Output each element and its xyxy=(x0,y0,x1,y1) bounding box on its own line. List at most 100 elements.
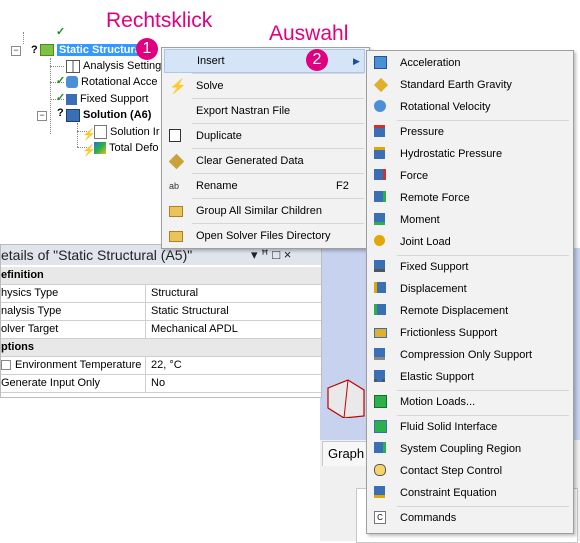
row-analysis-type[interactable]: nalysis Type Static Structural xyxy=(1,303,321,321)
frictionless-support-icon xyxy=(374,328,387,338)
row-physics-type[interactable]: hysics Type Structural xyxy=(1,285,321,303)
submenu-item-acceleration[interactable]: Acceleration xyxy=(369,52,569,74)
menu-label: Solve xyxy=(196,80,224,92)
menu-item-clear-generated-data[interactable]: Clear Generated Data xyxy=(164,150,365,172)
menu-label: Constraint Equation xyxy=(400,487,497,499)
submenu-item-remote-force[interactable]: Remote Force xyxy=(369,187,569,209)
submenu-item-frictionless-support[interactable]: Frictionless Support xyxy=(369,322,569,344)
tree-item-solution[interactable]: Solution (A6) xyxy=(66,107,151,123)
prop-value: Mechanical APDL xyxy=(151,323,238,335)
menu-label: Rotational Velocity xyxy=(400,101,491,113)
menu-label: Joint Load xyxy=(400,236,451,248)
elastic-support-icon xyxy=(374,370,385,382)
analysis-settings-icon xyxy=(66,59,80,73)
submenu-item-fixed-support[interactable]: Fixed Support xyxy=(369,256,569,278)
check-icon: ✓ xyxy=(56,92,66,104)
clear-icon xyxy=(168,153,185,170)
prop-key: nalysis Type xyxy=(1,303,146,320)
submenu-item-compression-only-support[interactable]: Compression Only Support xyxy=(369,344,569,366)
tree-item-analysis-settings[interactable]: Analysis Setting xyxy=(66,58,161,74)
submenu-item-standard-earth-gravity[interactable]: Standard Earth Gravity xyxy=(369,74,569,96)
menu-label: Compression Only Support xyxy=(400,349,533,361)
group-definition[interactable]: efinition xyxy=(1,267,321,285)
submenu-item-remote-displacement[interactable]: Remote Displacement xyxy=(369,300,569,322)
row-solver-target[interactable]: olver Target Mechanical APDL xyxy=(1,321,321,339)
menu-shortcut: F2 xyxy=(336,180,349,192)
menu-item-solve[interactable]: ⚡ Solve xyxy=(164,75,365,97)
tree-item-fixed-support[interactable]: Fixed Support xyxy=(66,91,148,107)
submenu-item-system-coupling-region[interactable]: System Coupling Region xyxy=(369,438,569,460)
menu-label: Standard Earth Gravity xyxy=(400,79,512,91)
check-icon: ✓ xyxy=(56,75,66,87)
prop-key: Generate Input Only xyxy=(1,375,146,392)
row-generate-input-only[interactable]: Generate Input Only No xyxy=(1,375,321,393)
lightning-icon: ⚡ xyxy=(169,78,187,94)
tree-item-total-deformation[interactable]: Total Defo xyxy=(94,140,159,156)
submenu-item-constraint-equation[interactable]: Constraint Equation xyxy=(369,482,569,504)
submenu-item-motion-loads[interactable]: Motion Loads... xyxy=(369,391,569,413)
model-geometry xyxy=(327,379,365,418)
tree-label: Analysis Setting xyxy=(83,60,162,72)
submenu-item-fluid-solid-interface[interactable]: Fluid Solid Interface xyxy=(369,416,569,438)
tree-label: Rotational Acce xyxy=(81,76,158,88)
folder-icon xyxy=(169,206,183,217)
menu-item-insert[interactable]: Insert ▶ xyxy=(164,49,365,73)
menu-label: Insert xyxy=(197,55,225,67)
collapse-toggle[interactable]: − xyxy=(37,111,47,121)
submenu-item-contact-step-control[interactable]: Contact Step Control xyxy=(369,460,569,482)
menu-item-open-solver-files-directory[interactable]: Open Solver Files Directory xyxy=(164,225,365,247)
total-deformation-icon xyxy=(94,142,106,155)
force-icon xyxy=(374,169,386,180)
menu-label: Commands xyxy=(400,512,457,524)
annotation-right-click: Rechtsklick xyxy=(106,9,213,32)
prop-value: Static Structural xyxy=(151,305,229,317)
menu-label: Group All Similar Children xyxy=(196,205,322,217)
tree-item-rotational-acceleration[interactable]: Rotational Acce xyxy=(66,74,157,90)
menu-label: Fluid Solid Interface xyxy=(400,421,498,433)
menu-item-export-nastran[interactable]: Export Nastran File xyxy=(164,100,365,122)
submenu-item-force[interactable]: Force xyxy=(369,165,569,187)
menu-item-rename[interactable]: ab Rename F2 xyxy=(164,175,365,197)
submenu-item-elastic-support[interactable]: Elastic Support xyxy=(369,366,569,388)
prop-key: Environment Temperature xyxy=(15,359,142,371)
remote-displacement-icon xyxy=(374,304,386,315)
menu-label: Elastic Support xyxy=(400,371,474,383)
step-badge-1: 1 xyxy=(136,38,158,60)
solution-information-icon xyxy=(94,125,107,140)
open-folder-icon xyxy=(169,231,183,242)
submenu-item-displacement[interactable]: Displacement xyxy=(369,278,569,300)
duplicate-icon xyxy=(169,129,181,142)
group-options[interactable]: ptions xyxy=(1,339,321,357)
joint-load-icon xyxy=(374,235,385,246)
submenu-item-commands[interactable]: C Commands xyxy=(369,507,569,529)
checkbox[interactable] xyxy=(1,360,11,371)
menu-label: Remote Force xyxy=(400,192,470,204)
prop-key-env-temp: Environment Temperature xyxy=(1,357,146,374)
menu-label: Remote Displacement xyxy=(400,305,509,317)
submenu-item-hydrostatic-pressure[interactable]: Hydrostatic Pressure xyxy=(369,143,569,165)
menu-label: Acceleration xyxy=(400,57,461,69)
prop-value: Structural xyxy=(151,287,199,299)
tree-item-static-structural[interactable]: Static Structural xyxy=(40,42,146,58)
menu-item-group-all-similar-children[interactable]: Group All Similar Children xyxy=(164,200,365,222)
tree-item-solution-information[interactable]: Solution Ir xyxy=(94,124,160,140)
tree-label: Static Structural xyxy=(57,44,146,56)
row-environment-temperature[interactable]: Environment Temperature 22, °C xyxy=(1,357,321,375)
moment-icon xyxy=(374,213,385,225)
menu-label: Duplicate xyxy=(196,130,242,142)
insert-submenu: Acceleration Standard Earth Gravity Rota… xyxy=(366,50,574,534)
remote-force-icon xyxy=(374,191,386,202)
menu-label: Rename xyxy=(196,180,238,192)
prop-value: No xyxy=(151,377,166,389)
submenu-item-moment[interactable]: Moment xyxy=(369,209,569,231)
submenu-item-rotational-velocity[interactable]: Rotational Velocity xyxy=(369,96,569,118)
submenu-item-joint-load[interactable]: Joint Load xyxy=(369,231,569,253)
menu-item-duplicate[interactable]: Duplicate xyxy=(164,125,365,147)
fixed-support-icon xyxy=(374,260,385,272)
hydrostatic-pressure-icon xyxy=(374,147,385,159)
acceleration-icon xyxy=(374,56,387,69)
submenu-item-pressure[interactable]: Pressure xyxy=(369,121,569,143)
collapse-toggle[interactable]: − xyxy=(11,46,21,56)
menu-label: Open Solver Files Directory xyxy=(196,230,331,242)
solution-icon xyxy=(66,108,80,122)
